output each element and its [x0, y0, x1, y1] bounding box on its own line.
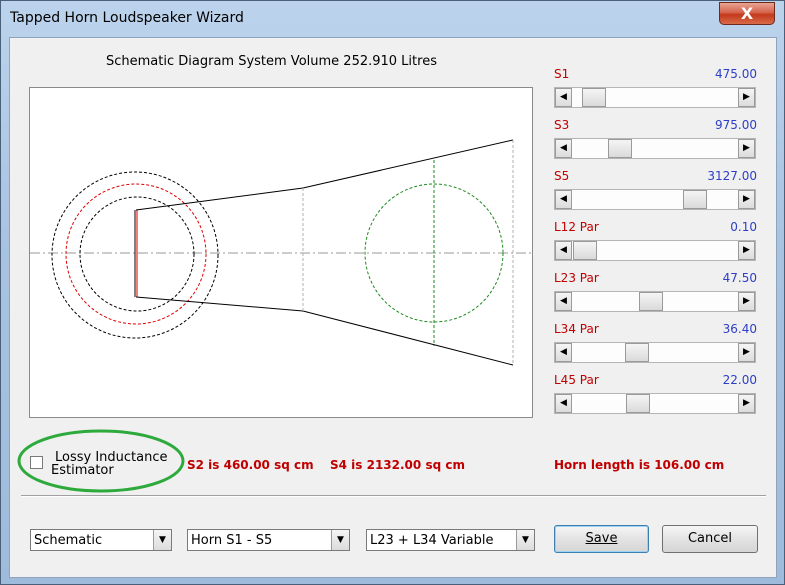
title-bar: Tapped Horn Loudspeaker Wizard X [1, 1, 784, 33]
param-value: 47.50 [722, 271, 757, 285]
scroll-left-icon[interactable]: ◀ [555, 292, 572, 311]
driver-middle-circle [65, 183, 207, 325]
scroll-left-icon[interactable]: ◀ [555, 394, 572, 413]
window-title: Tapped Horn Loudspeaker Wizard [10, 10, 244, 26]
scroll-left-icon[interactable]: ◀ [555, 139, 572, 158]
param-label: L12 Par [554, 220, 599, 234]
param-label: L45 Par [554, 373, 599, 387]
horn-section-select[interactable]: Horn S1 - S5 ▼ [187, 529, 350, 551]
variable-mode-select-value: L23 + L34 Variable [370, 533, 494, 548]
horn-upper-wall [135, 139, 514, 211]
scroll-left-icon[interactable]: ◀ [555, 190, 572, 209]
scrollbar-thumb[interactable] [573, 241, 597, 260]
s4-status: S4 is 2132.00 sq cm [330, 458, 465, 472]
param-value: 975.00 [715, 118, 757, 132]
chevron-down-icon[interactable]: ▼ [153, 530, 171, 550]
view-select[interactable]: Schematic ▼ [30, 529, 172, 551]
chevron-down-icon[interactable]: ▼ [516, 530, 534, 550]
save-button[interactable]: Save [554, 525, 649, 553]
schematic-diagram [29, 87, 533, 418]
scrollbar-thumb[interactable] [608, 139, 632, 158]
scrollbar-thumb[interactable] [625, 343, 649, 362]
scroll-right-icon[interactable]: ▶ [738, 343, 755, 362]
param-scrollbar[interactable]: ◀ ▶ [554, 393, 756, 414]
param-label: L34 Par [554, 322, 599, 336]
scrollbar-thumb[interactable] [626, 394, 650, 413]
view-select-value: Schematic [34, 533, 103, 548]
param-scrollbar[interactable]: ◀ ▶ [554, 240, 756, 261]
scroll-left-icon[interactable]: ◀ [555, 241, 572, 260]
lossy-inductance-checkbox[interactable] [30, 456, 43, 469]
close-button[interactable]: X [719, 2, 775, 25]
chevron-down-icon[interactable]: ▼ [331, 530, 349, 550]
param-value: 22.00 [722, 373, 757, 387]
param-label: S1 [554, 67, 570, 81]
scroll-right-icon[interactable]: ▶ [738, 292, 755, 311]
param-label: L23 Par [554, 271, 599, 285]
param-scrollbar[interactable]: ◀ ▶ [554, 87, 756, 108]
scroll-right-icon[interactable]: ▶ [738, 88, 755, 107]
param-label: S3 [554, 118, 570, 132]
schematic-heading: Schematic Diagram System Volume 252.910 … [106, 54, 437, 69]
close-icon: X [740, 4, 754, 23]
param-value: 3127.00 [707, 169, 757, 183]
variable-mode-select[interactable]: L23 + L34 Variable ▼ [366, 529, 535, 551]
param-scrollbar[interactable]: ◀ ▶ [554, 189, 756, 210]
scroll-right-icon[interactable]: ▶ [738, 190, 755, 209]
scrollbar-thumb[interactable] [582, 88, 606, 107]
horn-lower-wall [135, 296, 514, 366]
separator [21, 495, 766, 497]
lossy-inductance-label-1: Lossy Inductance [55, 450, 168, 465]
scrollbar-thumb[interactable] [639, 292, 663, 311]
lossy-inductance-label-2: Estimator [51, 464, 114, 477]
param-scrollbar[interactable]: ◀ ▶ [554, 291, 756, 312]
scroll-right-icon[interactable]: ▶ [738, 139, 755, 158]
param-scrollbar[interactable]: ◀ ▶ [554, 342, 756, 363]
horn-length-status: Horn length is 106.00 cm [554, 458, 725, 472]
s2-status: S2 is 460.00 sq cm [187, 458, 314, 472]
horn-section-select-value: Horn S1 - S5 [191, 533, 273, 548]
cancel-button[interactable]: Cancel [662, 525, 758, 553]
param-scrollbar[interactable]: ◀ ▶ [554, 138, 756, 159]
scroll-right-icon[interactable]: ▶ [738, 394, 755, 413]
scroll-left-icon[interactable]: ◀ [555, 88, 572, 107]
cancel-button-label: Cancel [687, 531, 733, 546]
wizard-window: Tapped Horn Loudspeaker Wizard X Schemat… [0, 0, 785, 585]
param-value: 36.40 [722, 322, 757, 336]
param-value: 475.00 [715, 67, 757, 81]
scrollbar-thumb[interactable] [683, 190, 707, 209]
schematic-drawing [30, 139, 532, 366]
param-value: 0.10 [730, 220, 757, 234]
param-label: S5 [554, 169, 570, 183]
scroll-left-icon[interactable]: ◀ [555, 343, 572, 362]
save-button-label: Save [585, 531, 618, 546]
scroll-right-icon[interactable]: ▶ [738, 241, 755, 260]
